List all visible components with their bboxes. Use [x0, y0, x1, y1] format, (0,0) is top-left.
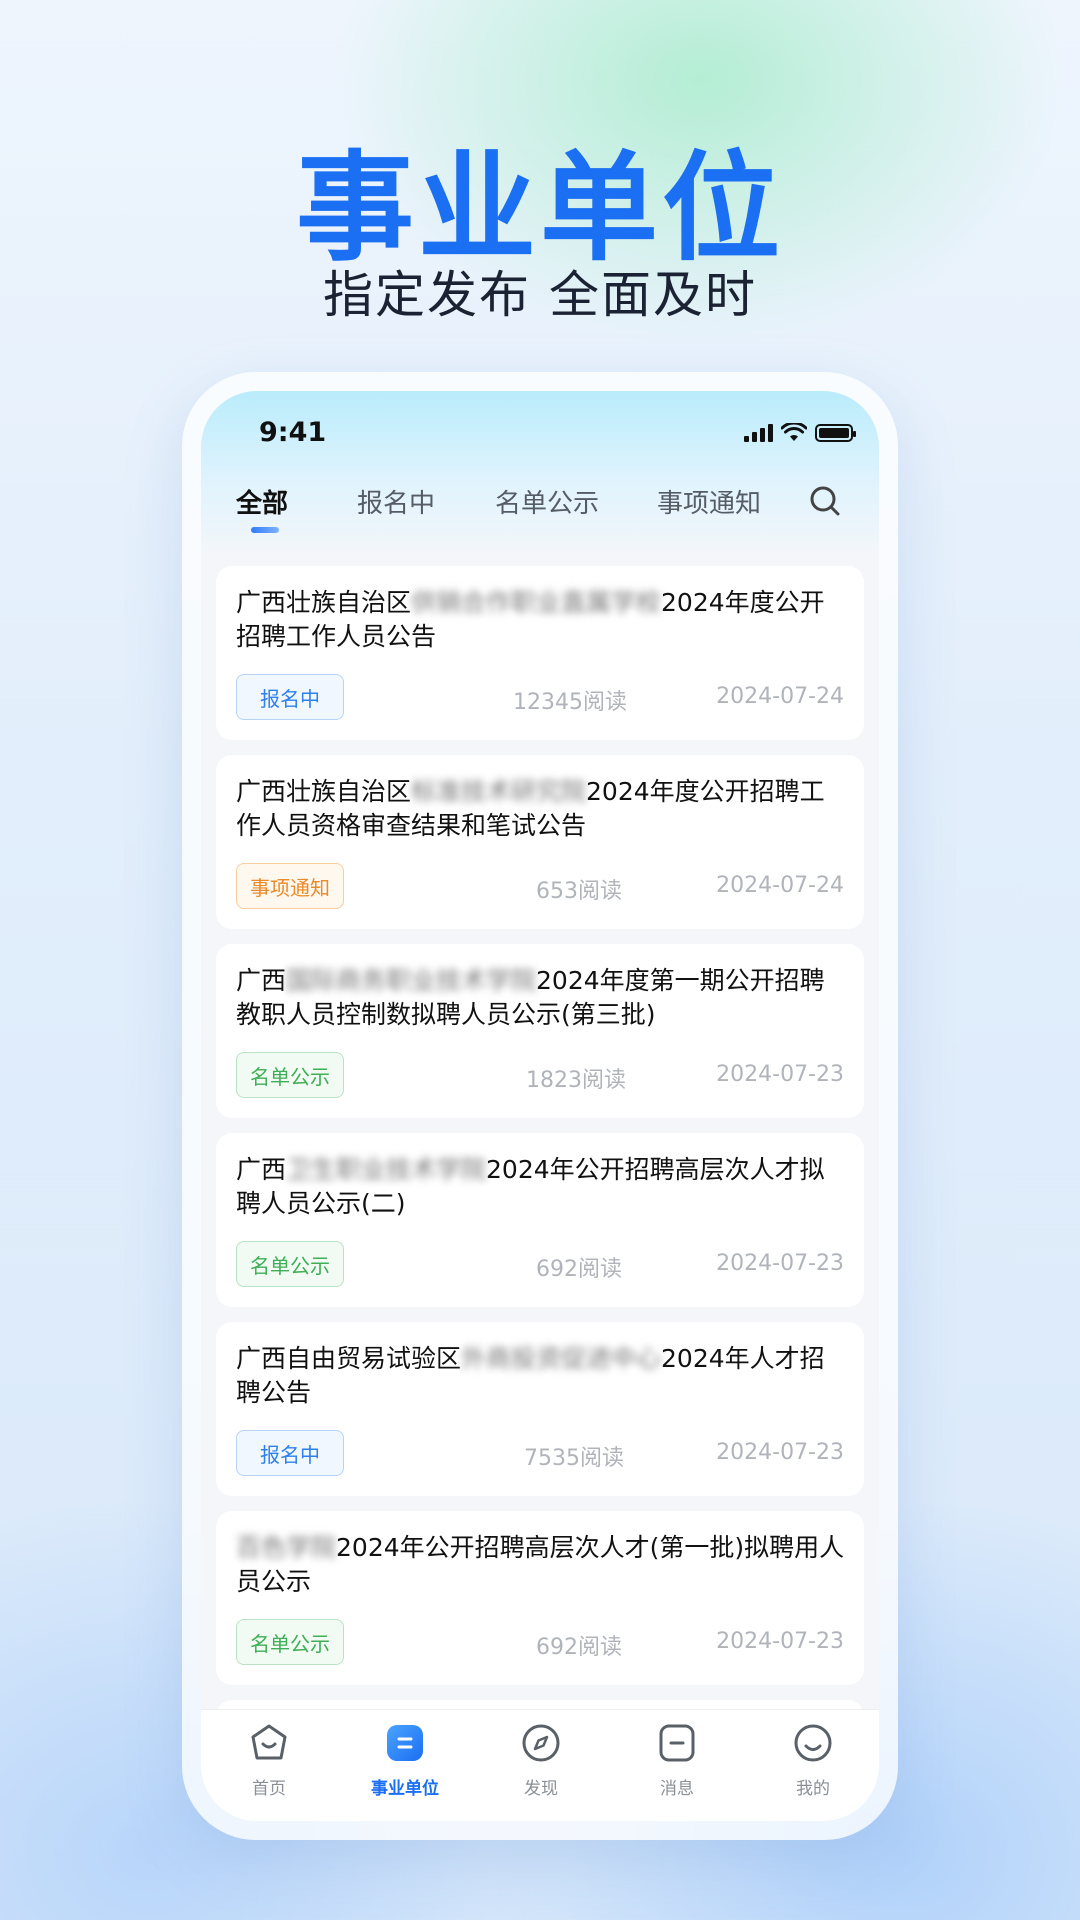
tab-active-indicator: [251, 527, 279, 533]
tabbar-label: 首页: [252, 1779, 286, 1799]
compass-icon: [522, 1724, 560, 1762]
read-count: 12345阅读: [513, 690, 627, 715]
announcement-card[interactable]: 广西自由贸易试验区外商投资促进中心2024年人才招聘公告 报名中 7535阅读 …: [216, 1322, 864, 1496]
message-icon: [659, 1724, 695, 1762]
status-badge: 名单公示: [236, 1241, 344, 1287]
tab-list-publicity[interactable]: 名单公示: [495, 483, 599, 520]
announcement-card[interactable]: 广西壮族自治区标准技术研究院2024年度公开招聘工作人员资格审查结果和笔试公告 …: [216, 755, 864, 929]
status-bar: 9:41: [201, 391, 879, 471]
card-title: 广西卫生职业技术学院2024年公开招聘高层次人才拟聘人员公示(二): [236, 1155, 825, 1218]
announcement-card[interactable]: 广西卫生职业技术学院2024年公开招聘高层次人才拟聘人员公示(二) 名单公示 6…: [216, 1133, 864, 1307]
read-count: 692阅读: [536, 1635, 622, 1660]
card-title: 广西国际商务职业技术学院2024年度第一期公开招聘教职人员控制数拟聘人员公示(第…: [236, 966, 825, 1029]
status-badge: 事项通知: [236, 863, 344, 909]
card-title: 广西壮族自治区供销合作职业直属学校2024年度公开招聘工作人员公告: [236, 588, 825, 651]
status-badge: 报名中: [236, 1430, 344, 1476]
tabbar-discover[interactable]: 发现: [491, 1722, 591, 1799]
announcement-card[interactable]: 百色学院2024年公开招聘高层次人才(第一批)拟聘用人员公示 名单公示 692阅…: [216, 1511, 864, 1685]
institution-icon: [387, 1725, 423, 1761]
publish-date: 2024-07-23: [716, 1251, 844, 1276]
card-title: 百色学院2024年公开招聘高层次人才(第一批)拟聘用人员公示: [236, 1533, 845, 1596]
status-time: 9:41: [259, 417, 327, 448]
tabbar-home[interactable]: 首页: [219, 1722, 319, 1799]
card-title: 广西自由贸易试验区外商投资促进中心2024年人才招聘公告: [236, 1344, 825, 1407]
publish-date: 2024-07-24: [716, 684, 844, 709]
tabbar-profile[interactable]: 我的: [763, 1722, 863, 1799]
bottom-tab-bar: 首页 事业单位 发现 消息 我的: [201, 1709, 879, 1821]
search-icon[interactable]: [807, 483, 843, 519]
tab-registering[interactable]: 报名中: [357, 483, 435, 520]
read-count: 692阅读: [536, 1257, 622, 1282]
publish-date: 2024-07-23: [716, 1629, 844, 1654]
read-count: 653阅读: [536, 879, 622, 904]
publish-date: 2024-07-24: [716, 873, 844, 898]
card-title: 广西壮族自治区标准技术研究院2024年度公开招聘工作人员资格审查结果和笔试公告: [236, 777, 825, 840]
tabbar-institution[interactable]: 事业单位: [355, 1722, 455, 1799]
wifi-icon: [781, 423, 807, 441]
status-badge: 名单公示: [236, 1052, 344, 1098]
status-badge: 报名中: [236, 674, 344, 720]
tab-notices[interactable]: 事项通知: [657, 483, 761, 520]
status-badge: 名单公示: [236, 1619, 344, 1665]
home-icon: [251, 1724, 287, 1760]
tabbar-label: 我的: [796, 1779, 830, 1799]
signal-icon: [744, 424, 773, 442]
read-count: 1823阅读: [526, 1068, 626, 1093]
tabbar-label: 发现: [524, 1779, 558, 1799]
tab-all[interactable]: 全部: [236, 483, 288, 520]
publish-date: 2024-07-23: [716, 1440, 844, 1465]
tabbar-label: 事业单位: [371, 1779, 439, 1799]
filter-tabs: 全部 报名中 名单公示 事项通知: [201, 473, 879, 533]
tabbar-label: 消息: [660, 1779, 694, 1799]
profile-icon: [794, 1724, 832, 1762]
announcement-card[interactable]: 广西国际商务职业技术学院2024年度第一期公开招聘教职人员控制数拟聘人员公示(第…: [216, 944, 864, 1118]
announcement-card[interactable]: 广西壮族自治区供销合作职业直属学校2024年度公开招聘工作人员公告 报名中 12…: [216, 566, 864, 740]
hero-subtitle: 指定发布 全面及时: [323, 266, 757, 324]
tabbar-messages[interactable]: 消息: [627, 1722, 727, 1799]
phone-frame: 9:41 全部 报名中 名单公示 事项通知 广西壮族自治区供销合作职业直属学校2…: [182, 372, 898, 1840]
battery-icon: [815, 424, 856, 442]
phone-screen: 9:41 全部 报名中 名单公示 事项通知 广西壮族自治区供销合作职业直属学校2…: [201, 391, 879, 1821]
publish-date: 2024-07-23: [716, 1062, 844, 1087]
status-icons: [744, 423, 856, 443]
read-count: 7535阅读: [524, 1446, 624, 1471]
